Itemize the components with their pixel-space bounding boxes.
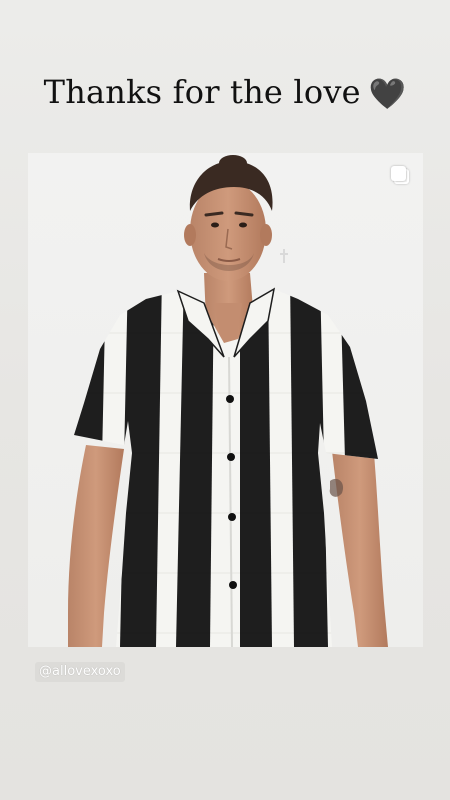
product-photo: [28, 153, 423, 647]
mention-sticker[interactable]: @allovexoxo: [35, 662, 125, 682]
story-headline: Thanks for the love 🖤: [0, 70, 450, 117]
headline-text: Thanks for the love: [43, 73, 361, 111]
story-canvas: Thanks for the love 🖤 @allovexoxo: [0, 0, 450, 800]
shared-post-photo[interactable]: [28, 153, 423, 647]
multiple-photos-icon: [391, 166, 409, 184]
black-heart-icon: 🖤: [368, 77, 407, 112]
